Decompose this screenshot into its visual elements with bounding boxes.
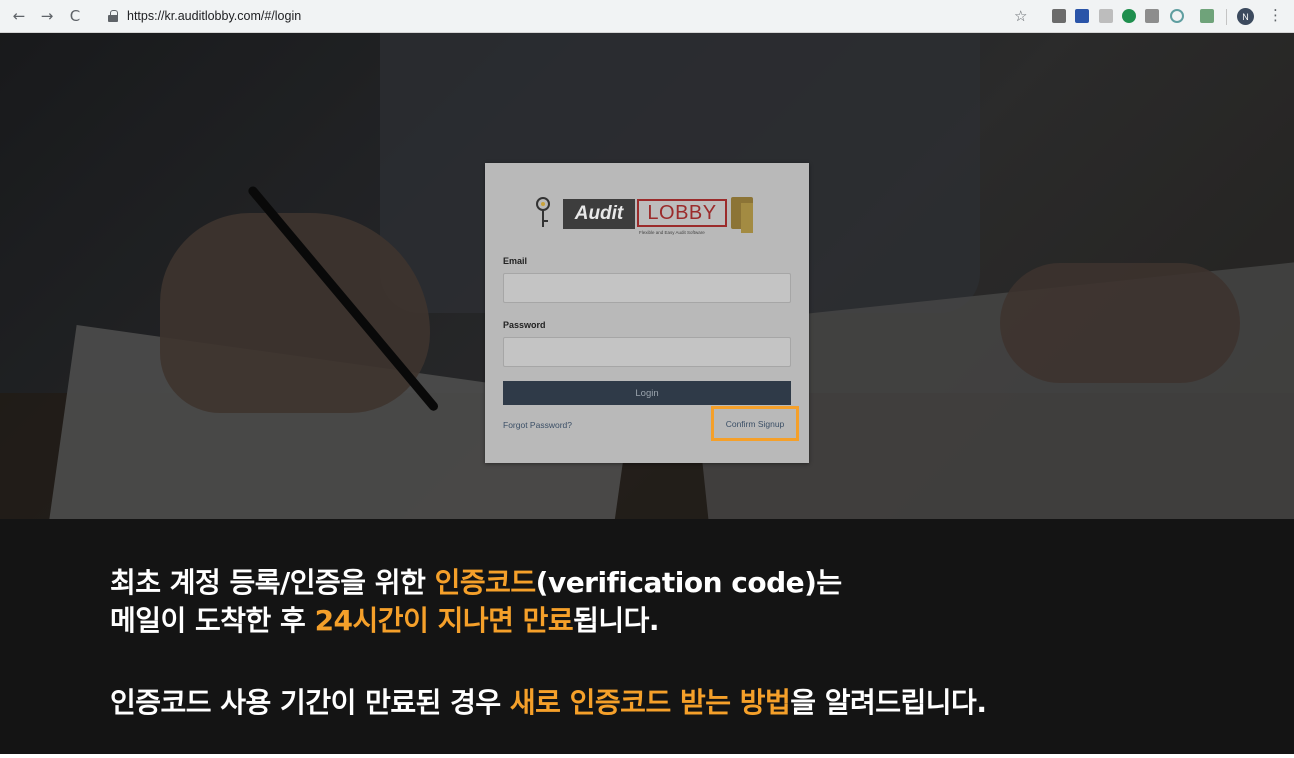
password-field[interactable] bbox=[503, 337, 791, 367]
profile-avatar[interactable]: N bbox=[1237, 8, 1254, 25]
caption-text: 최초 계정 등록/인증을 위한 bbox=[110, 566, 435, 599]
key-icon bbox=[536, 197, 550, 227]
caption-text: 을 알려드립니다. bbox=[790, 686, 987, 719]
toolbar-divider bbox=[1226, 9, 1227, 25]
logo-tagline: Flexible and Easy Audit Software bbox=[639, 230, 705, 235]
caption-text: 됩니다. bbox=[573, 604, 660, 637]
address-bar[interactable]: https://kr.auditlobby.com/#/login bbox=[100, 4, 1035, 28]
browser-toolbar: ← → C https://kr.auditlobby.com/#/login … bbox=[0, 0, 1294, 33]
caption-text: 인증코드 사용 기간이 만료된 경우 bbox=[110, 686, 510, 719]
caption-text: 메일이 도착한 후 bbox=[110, 604, 315, 637]
caption-line-2: 메일이 도착한 후 24시간이 지나면 만료됩니다. bbox=[110, 599, 660, 639]
url-text: https://kr.auditlobby.com/#/login bbox=[127, 9, 302, 23]
forgot-password-link[interactable]: Forgot Password? bbox=[503, 420, 572, 430]
password-label: Password bbox=[503, 320, 546, 330]
extension-icon[interactable] bbox=[1075, 9, 1089, 23]
extension-icon[interactable] bbox=[1145, 9, 1159, 23]
logo-lobby-text: LOBBY bbox=[637, 199, 727, 227]
confirm-signup-link[interactable]: Confirm Signup bbox=[711, 406, 799, 441]
logo-audit-text: Audit bbox=[563, 199, 635, 229]
arrow-right-icon[interactable]: → bbox=[34, 3, 60, 29]
reload-icon[interactable]: C bbox=[62, 3, 88, 29]
email-label: Email bbox=[503, 256, 528, 266]
bottom-strip bbox=[0, 754, 1294, 758]
auditlobby-logo: Audit LOBBY Flexible and Easy Audit Soft… bbox=[533, 193, 763, 243]
lock-icon bbox=[108, 10, 118, 22]
caption-text: (verification code)는 bbox=[535, 566, 843, 599]
bookmark-star-icon[interactable]: ☆ bbox=[1014, 7, 1027, 25]
email-field[interactable] bbox=[503, 273, 791, 303]
caption-highlight: 24시간이 지나면 만료 bbox=[314, 604, 574, 637]
caption-panel: 최초 계정 등록/인증을 위한 인증코드(verification code)는… bbox=[0, 519, 1294, 754]
arrow-left-icon[interactable]: ← bbox=[6, 3, 32, 29]
caption-highlight: 새로 인증코드 받는 방법 bbox=[509, 686, 791, 719]
confirm-signup-label: Confirm Signup bbox=[725, 418, 785, 429]
extension-icon[interactable] bbox=[1200, 9, 1214, 23]
extension-icon[interactable] bbox=[1052, 9, 1066, 23]
login-card: Audit LOBBY Flexible and Easy Audit Soft… bbox=[485, 163, 809, 463]
caption-line-3: 인증코드 사용 기간이 만료된 경우 새로 인증코드 받는 방법을 알려드립니다… bbox=[110, 681, 987, 721]
more-menu-icon[interactable]: ⋮ bbox=[1268, 6, 1283, 24]
grammarly-icon[interactable] bbox=[1122, 9, 1136, 23]
caption-line-1: 최초 계정 등록/인증을 위한 인증코드(verification code)는 bbox=[110, 561, 842, 601]
extension-icon[interactable] bbox=[1170, 9, 1184, 23]
extension-icon[interactable] bbox=[1099, 9, 1113, 23]
folder-icon bbox=[731, 197, 753, 233]
caption-highlight: 인증코드 bbox=[434, 566, 537, 599]
login-button[interactable]: Login bbox=[503, 381, 791, 405]
